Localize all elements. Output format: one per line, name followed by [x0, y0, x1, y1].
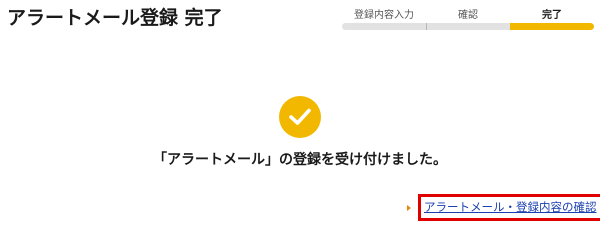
- checkmark-glyph: [289, 108, 311, 125]
- confirm-link-row: アラートメール・登録内容の確認: [407, 194, 600, 221]
- step-segment-confirm: [425, 23, 511, 30]
- step-label-confirm: 確認: [458, 9, 478, 21]
- step-segment-complete: [510, 23, 595, 30]
- step-progress-bar: [342, 23, 595, 30]
- registration-confirm-link[interactable]: アラートメール・登録内容の確認: [418, 194, 600, 221]
- progress-steps: 登録内容入力 確認 完了: [342, 6, 595, 30]
- step-segment-input: [342, 23, 426, 30]
- page-title: アラートメール登録 完了: [7, 7, 223, 29]
- triangle-right-icon: [407, 204, 411, 211]
- step-label-complete: 完了: [542, 9, 562, 21]
- step-label-input: 登録内容入力: [354, 9, 414, 21]
- completion-message: 「アラートメール」の登録を受け付けました。: [153, 152, 447, 168]
- step-labels: 登録内容入力 確認 完了: [342, 6, 594, 21]
- checkmark-icon: [279, 96, 321, 138]
